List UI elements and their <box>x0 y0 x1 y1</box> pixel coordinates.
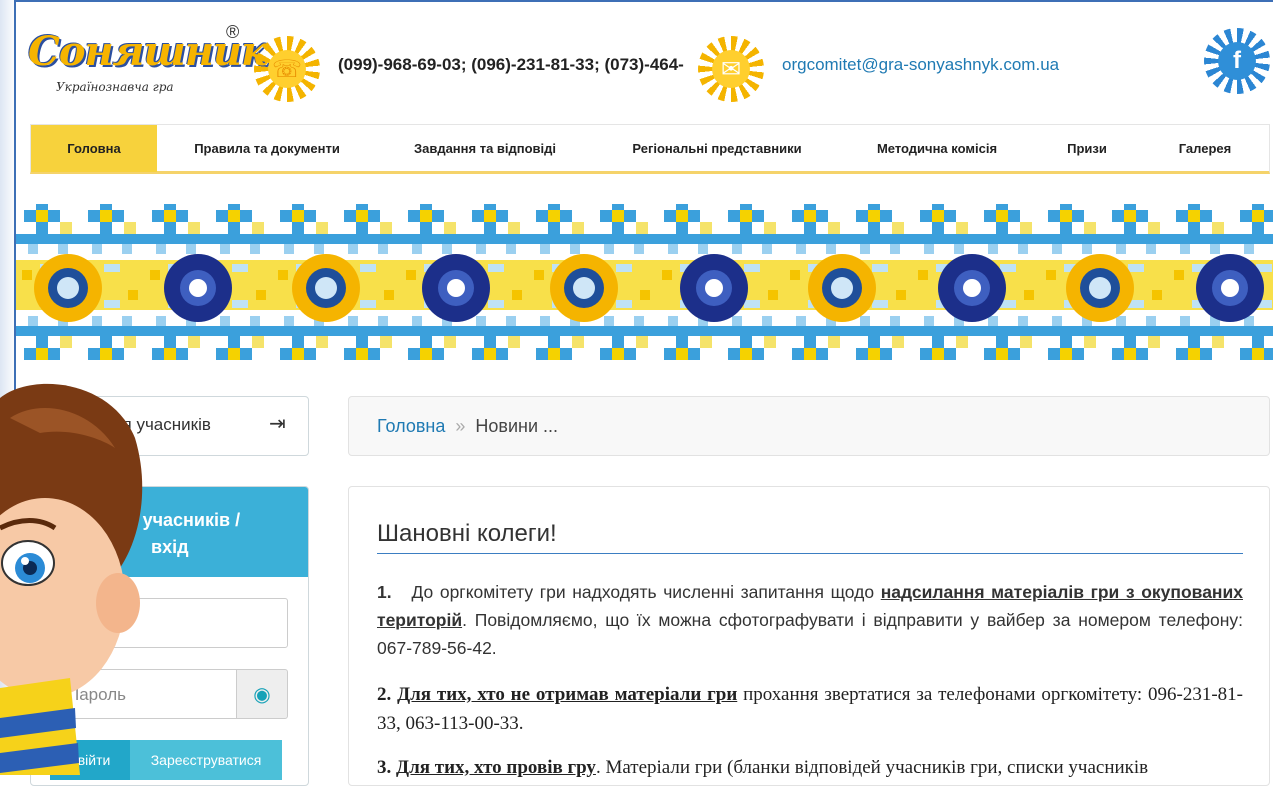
paragraph-3: 3. Для тих, хто провів гру. Матеріали гр… <box>377 753 1243 782</box>
nav-item-rules[interactable]: Правила та документи <box>181 125 353 172</box>
p1-number: 1. <box>377 582 392 602</box>
main-nav: Головна Правила та документи Завдання та… <box>30 124 1270 174</box>
p2-link[interactable]: Для тих, хто не отримав матеріали гри <box>397 684 737 705</box>
eye-icon: ◉ <box>253 683 271 706</box>
site-logo[interactable]: Соняшник Українознавча гра ® <box>28 18 268 106</box>
paragraph-2: 2. Для тих, хто не отримав матеріали гри… <box>377 680 1243 738</box>
show-password-button[interactable]: ◉ <box>236 669 288 719</box>
nav-item-gallery[interactable]: Галерея <box>1165 125 1245 172</box>
nav-item-regional[interactable]: Регіональні представники <box>617 125 817 172</box>
mail-icon[interactable]: ✉ <box>698 36 764 102</box>
logo-subtitle: Українознавча гра <box>56 80 174 94</box>
breadcrumb-separator: » <box>455 416 466 436</box>
breadcrumb: Головна » Новини ... <box>348 396 1270 456</box>
mascot-boy-image <box>0 378 150 775</box>
p1-text-b: . Повідомляємо, що їх можна сфотографува… <box>377 610 1243 658</box>
phone-icon: ☏ <box>254 36 320 102</box>
nav-item-method[interactable]: Методична комісія <box>865 125 1009 172</box>
header-phones: (099)-968-69-03; (096)-231-81-33; (073)-… <box>338 55 684 74</box>
ornament-banner <box>16 204 1273 366</box>
breadcrumb-home-link[interactable]: Головна <box>377 416 445 436</box>
news-content: Шановні колеги! 1. До оргкомітету гри на… <box>348 486 1270 786</box>
registered-mark: ® <box>226 22 240 42</box>
nav-item-tasks[interactable]: Завдання та відповіді <box>401 125 569 172</box>
nav-item-home[interactable]: Головна <box>31 125 157 172</box>
facebook-icon[interactable]: f <box>1204 28 1270 94</box>
news-title: Шановні колеги! <box>377 520 557 547</box>
registration-title-line2: вхід <box>151 537 189 557</box>
nav-item-prizes[interactable]: Призи <box>1057 125 1117 172</box>
p1-text-a: До оргкомітету гри надходять численні за… <box>411 582 875 602</box>
register-button[interactable]: Зареєструватися <box>130 740 282 780</box>
paragraph-1: 1. До оргкомітету гри надходять численні… <box>377 578 1243 662</box>
breadcrumb-current: Новини ... <box>475 416 559 436</box>
p2-number: 2. <box>377 684 392 705</box>
ornament-svg <box>16 204 1273 366</box>
sign-in-icon[interactable]: ⇥ <box>269 411 286 436</box>
header-email-link[interactable]: orgcomitet@gra-sonyashnyk.com.ua <box>782 55 1059 75</box>
title-divider <box>377 553 1243 554</box>
